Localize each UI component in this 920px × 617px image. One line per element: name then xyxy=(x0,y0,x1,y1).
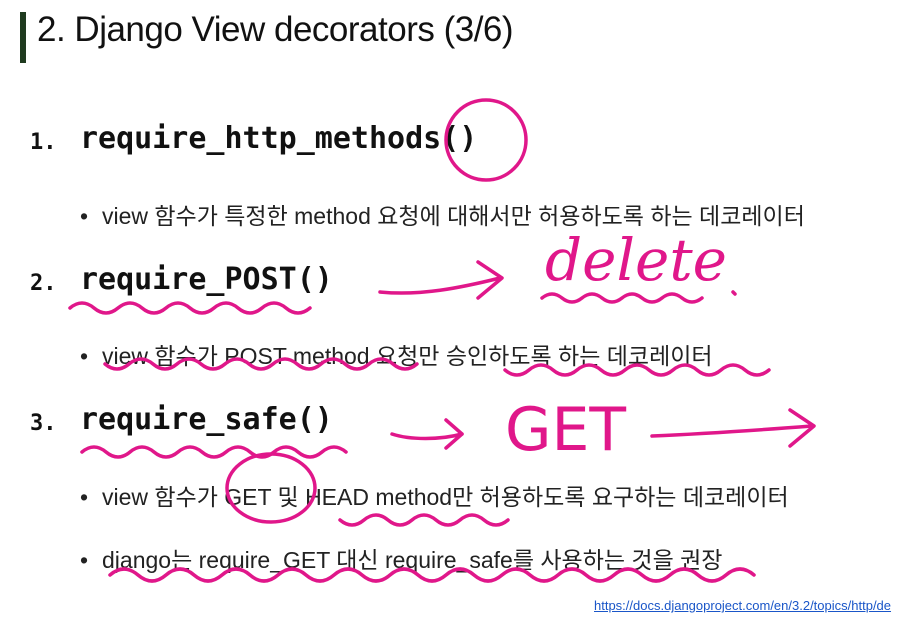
annotation-delete: delete xyxy=(545,226,727,294)
bullet-text: django는 require_GET 대신 require_safe를 사용하… xyxy=(102,547,723,573)
annotation-underline-delete xyxy=(540,292,704,304)
item-3-bullet-1: • view 함수가 GET 및 HEAD method만 허용하도록 요구하는 … xyxy=(80,478,789,512)
item-3-code: require_safe() xyxy=(80,402,333,437)
annotation-arrow-post-shaft xyxy=(378,276,502,295)
item-3-bullet-2: • django는 require_GET 대신 require_safe를 사용… xyxy=(80,541,722,575)
annotation-underline-head xyxy=(338,513,510,527)
docs-link[interactable]: https://docs.djangoproject.com/en/3.2/to… xyxy=(594,598,891,613)
slide: 2. Django View decorators (3/6) 1. requi… xyxy=(0,0,920,617)
bullet-dot: • xyxy=(80,547,89,573)
annotation-arrow-get-shaft xyxy=(650,424,814,438)
bullet-text: view 함수가 GET 및 HEAD method만 허용하도록 요구하는 데… xyxy=(102,484,789,510)
title-accent-bar xyxy=(20,12,26,63)
annotation-arrow-get-head xyxy=(788,408,816,448)
annotation-underline-post xyxy=(68,301,312,315)
item-1-number: 1. xyxy=(30,130,57,155)
bullet-dot: • xyxy=(80,484,89,510)
item-1-bullet-1: • view 함수가 특정한 method 요청에 대해서만 허용하도록 하는 데… xyxy=(80,197,805,231)
bullet-dot: • xyxy=(80,343,89,369)
bullet-text: view 함수가 특정한 method 요청에 대해서만 허용하도록 하는 데코… xyxy=(102,203,805,229)
annotation-arrow-post-head xyxy=(476,260,504,300)
item-2-code: require_POST() xyxy=(80,262,333,297)
annotation-dot xyxy=(731,290,737,296)
annotation-underline-safe xyxy=(80,445,348,459)
bullet-text: view 함수가 POST method 요청만 승인하도록 하는 데코레이터 xyxy=(102,343,713,369)
item-1-code: require_http_methods() xyxy=(80,121,478,156)
annotation-arrow-safe-shaft xyxy=(390,432,464,441)
item-2-number: 2. xyxy=(30,271,57,296)
item-2-bullet-1: • view 함수가 POST method 요청만 승인하도록 하는 데코레이터 xyxy=(80,337,713,371)
annotation-get: GET xyxy=(505,395,626,465)
item-3-number: 3. xyxy=(30,411,57,436)
slide-title: 2. Django View decorators (3/6) xyxy=(37,10,514,49)
pen-annotations: delete GET xyxy=(68,98,816,583)
bullet-dot: • xyxy=(80,203,89,229)
annotation-arrow-safe-head xyxy=(444,418,464,450)
